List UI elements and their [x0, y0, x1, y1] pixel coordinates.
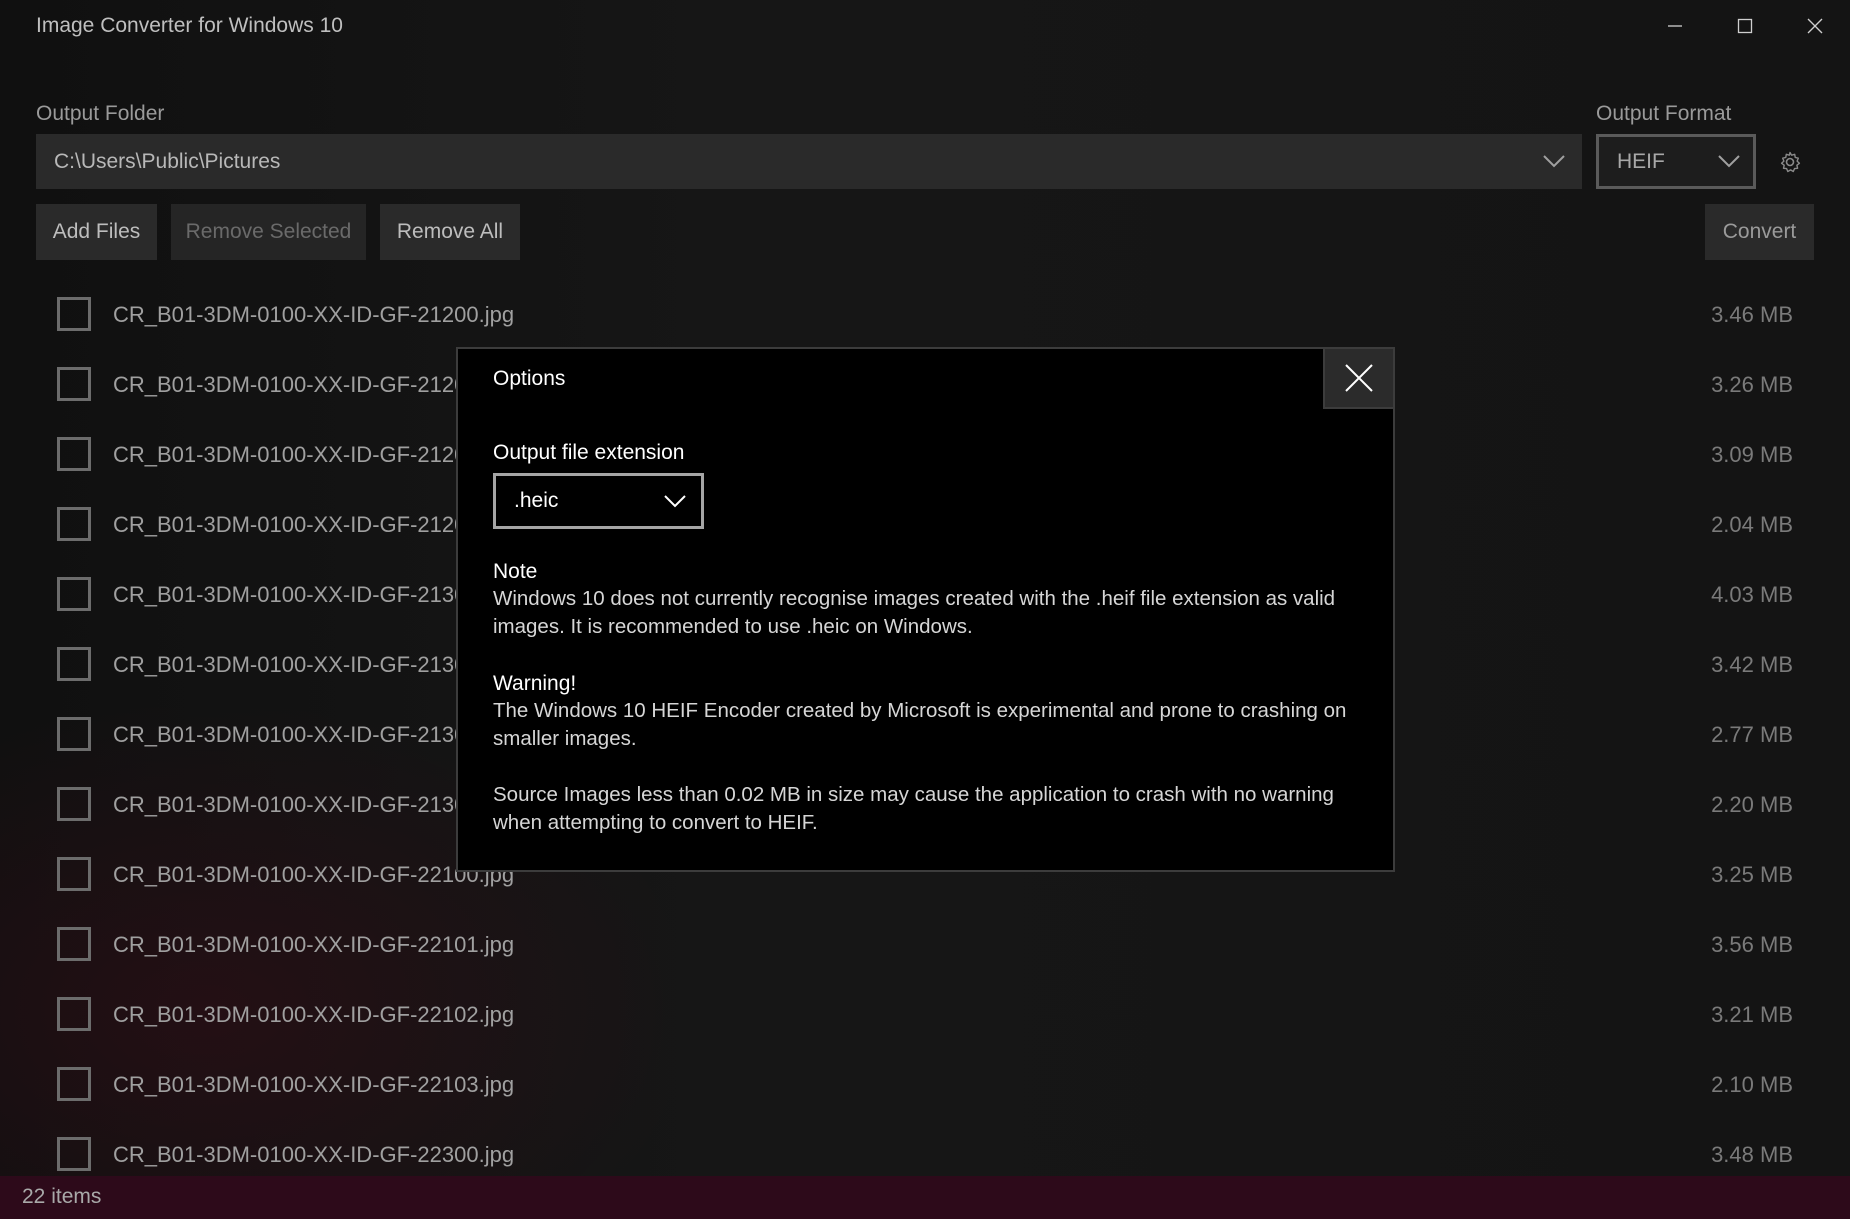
list-item[interactable]: CR_B01-3DM-0100-XX-ID-GF-22101.jpg 3.56 … — [0, 910, 1850, 980]
file-size: 3.42 MB — [1711, 652, 1793, 677]
file-name: CR_B01-3DM-0100-XX-ID-GF-2130 — [113, 722, 467, 747]
file-checkbox[interactable] — [57, 367, 91, 401]
file-size: 2.20 MB — [1711, 792, 1793, 817]
file-checkbox[interactable] — [57, 577, 91, 611]
minimize-icon — [1667, 25, 1682, 27]
app-window: Image Converter for Windows 10 Output Fo… — [0, 0, 1850, 1219]
file-size: 3.46 MB — [1711, 302, 1793, 327]
format-settings-button[interactable] — [1766, 134, 1814, 189]
maximize-icon — [1737, 18, 1752, 34]
source-size-warning: Source Images less than 0.02 MB in size … — [493, 783, 1334, 834]
app-title: Image Converter for Windows 10 — [36, 14, 343, 37]
note-text: Windows 10 does not currently recognise … — [493, 587, 1336, 638]
file-size: 3.25 MB — [1711, 862, 1793, 887]
file-checkbox[interactable] — [57, 1137, 91, 1171]
title-bar: Image Converter for Windows 10 — [0, 0, 1850, 52]
minimize-button[interactable] — [1640, 0, 1709, 52]
close-window-button[interactable] — [1780, 0, 1849, 52]
file-name: CR_B01-3DM-0100-XX-ID-GF-22103.jpg — [113, 1072, 515, 1097]
file-name: CR_B01-3DM-0100-XX-ID-GF-22102.jpg — [113, 1002, 515, 1027]
file-checkbox[interactable] — [57, 717, 91, 751]
convert-button[interactable]: Convert — [1705, 204, 1814, 260]
file-name: CR_B01-3DM-0100-XX-ID-GF-22100.jpg — [113, 862, 515, 887]
output-format-value: HEIF — [1617, 149, 1665, 173]
file-name: CR_B01-3DM-0100-XX-ID-GF-2120 — [113, 372, 467, 397]
output-folder-value: C:\Users\Public\Pictures — [54, 149, 281, 173]
file-size: 2.04 MB — [1711, 512, 1793, 537]
file-size: 3.48 MB — [1711, 1142, 1793, 1167]
dialog-close-button[interactable] — [1323, 347, 1395, 409]
options-dialog: Options Output file extension .heic Note… — [456, 347, 1395, 872]
file-size: 3.56 MB — [1711, 932, 1793, 957]
file-checkbox[interactable] — [57, 787, 91, 821]
output-extension-combo[interactable]: .heic — [493, 473, 704, 529]
add-files-button[interactable]: Add Files — [36, 204, 157, 260]
warning-heading: Warning! — [493, 672, 577, 695]
warning-text: The Windows 10 HEIF Encoder created by M… — [493, 699, 1347, 750]
file-checkbox[interactable] — [57, 1067, 91, 1101]
item-count: 22 items — [22, 1185, 102, 1208]
file-size: 2.10 MB — [1711, 1072, 1793, 1097]
status-bar: 22 items — [0, 1176, 1850, 1219]
file-size: 3.09 MB — [1711, 442, 1793, 467]
file-checkbox[interactable] — [57, 997, 91, 1031]
file-name: CR_B01-3DM-0100-XX-ID-GF-2130 — [113, 792, 467, 817]
file-size: 3.21 MB — [1711, 1002, 1793, 1027]
output-extension-value: .heic — [514, 489, 559, 512]
list-item[interactable]: CR_B01-3DM-0100-XX-ID-GF-22102.jpg 3.21 … — [0, 980, 1850, 1050]
file-name: CR_B01-3DM-0100-XX-ID-GF-22300.jpg — [113, 1142, 515, 1167]
file-size: 4.03 MB — [1711, 582, 1793, 607]
file-checkbox[interactable] — [57, 647, 91, 681]
file-name: CR_B01-3DM-0100-XX-ID-GF-2120 — [113, 512, 467, 537]
maximize-button[interactable] — [1710, 0, 1779, 52]
file-name: CR_B01-3DM-0100-XX-ID-GF-21200.jpg — [113, 302, 515, 327]
file-size: 3.26 MB — [1711, 372, 1793, 397]
file-checkbox[interactable] — [57, 927, 91, 961]
file-checkbox[interactable] — [57, 437, 91, 471]
list-item[interactable]: CR_B01-3DM-0100-XX-ID-GF-22300.jpg 3.48 … — [0, 1120, 1850, 1176]
file-checkbox[interactable] — [57, 297, 91, 331]
list-item[interactable]: CR_B01-3DM-0100-XX-ID-GF-21200.jpg 3.46 … — [0, 280, 1850, 350]
close-icon — [1345, 364, 1373, 392]
chevron-down-icon — [1543, 155, 1565, 168]
output-format-label: Output Format — [1596, 102, 1732, 125]
file-checkbox[interactable] — [57, 507, 91, 541]
chevron-down-icon — [664, 495, 686, 508]
chevron-down-icon — [1718, 155, 1740, 168]
file-name: CR_B01-3DM-0100-XX-ID-GF-2130 — [113, 582, 467, 607]
note-heading: Note — [493, 560, 538, 583]
dialog-title: Options — [493, 367, 566, 390]
output-folder-label: Output Folder — [36, 102, 165, 125]
output-format-combo[interactable]: HEIF — [1596, 134, 1756, 189]
remove-all-button[interactable]: Remove All — [380, 204, 520, 260]
output-extension-label: Output file extension — [493, 441, 685, 464]
file-checkbox[interactable] — [57, 857, 91, 891]
list-item[interactable]: CR_B01-3DM-0100-XX-ID-GF-22103.jpg 2.10 … — [0, 1050, 1850, 1120]
output-folder-combo[interactable]: C:\Users\Public\Pictures — [36, 134, 1582, 189]
close-icon — [1807, 18, 1822, 34]
file-size: 2.77 MB — [1711, 722, 1793, 747]
file-name: CR_B01-3DM-0100-XX-ID-GF-2130 — [113, 652, 467, 677]
file-name: CR_B01-3DM-0100-XX-ID-GF-22101.jpg — [113, 932, 515, 957]
remove-selected-button[interactable]: Remove Selected — [171, 204, 366, 260]
file-name: CR_B01-3DM-0100-XX-ID-GF-2120 — [113, 442, 467, 467]
gear-icon — [1780, 151, 1801, 172]
